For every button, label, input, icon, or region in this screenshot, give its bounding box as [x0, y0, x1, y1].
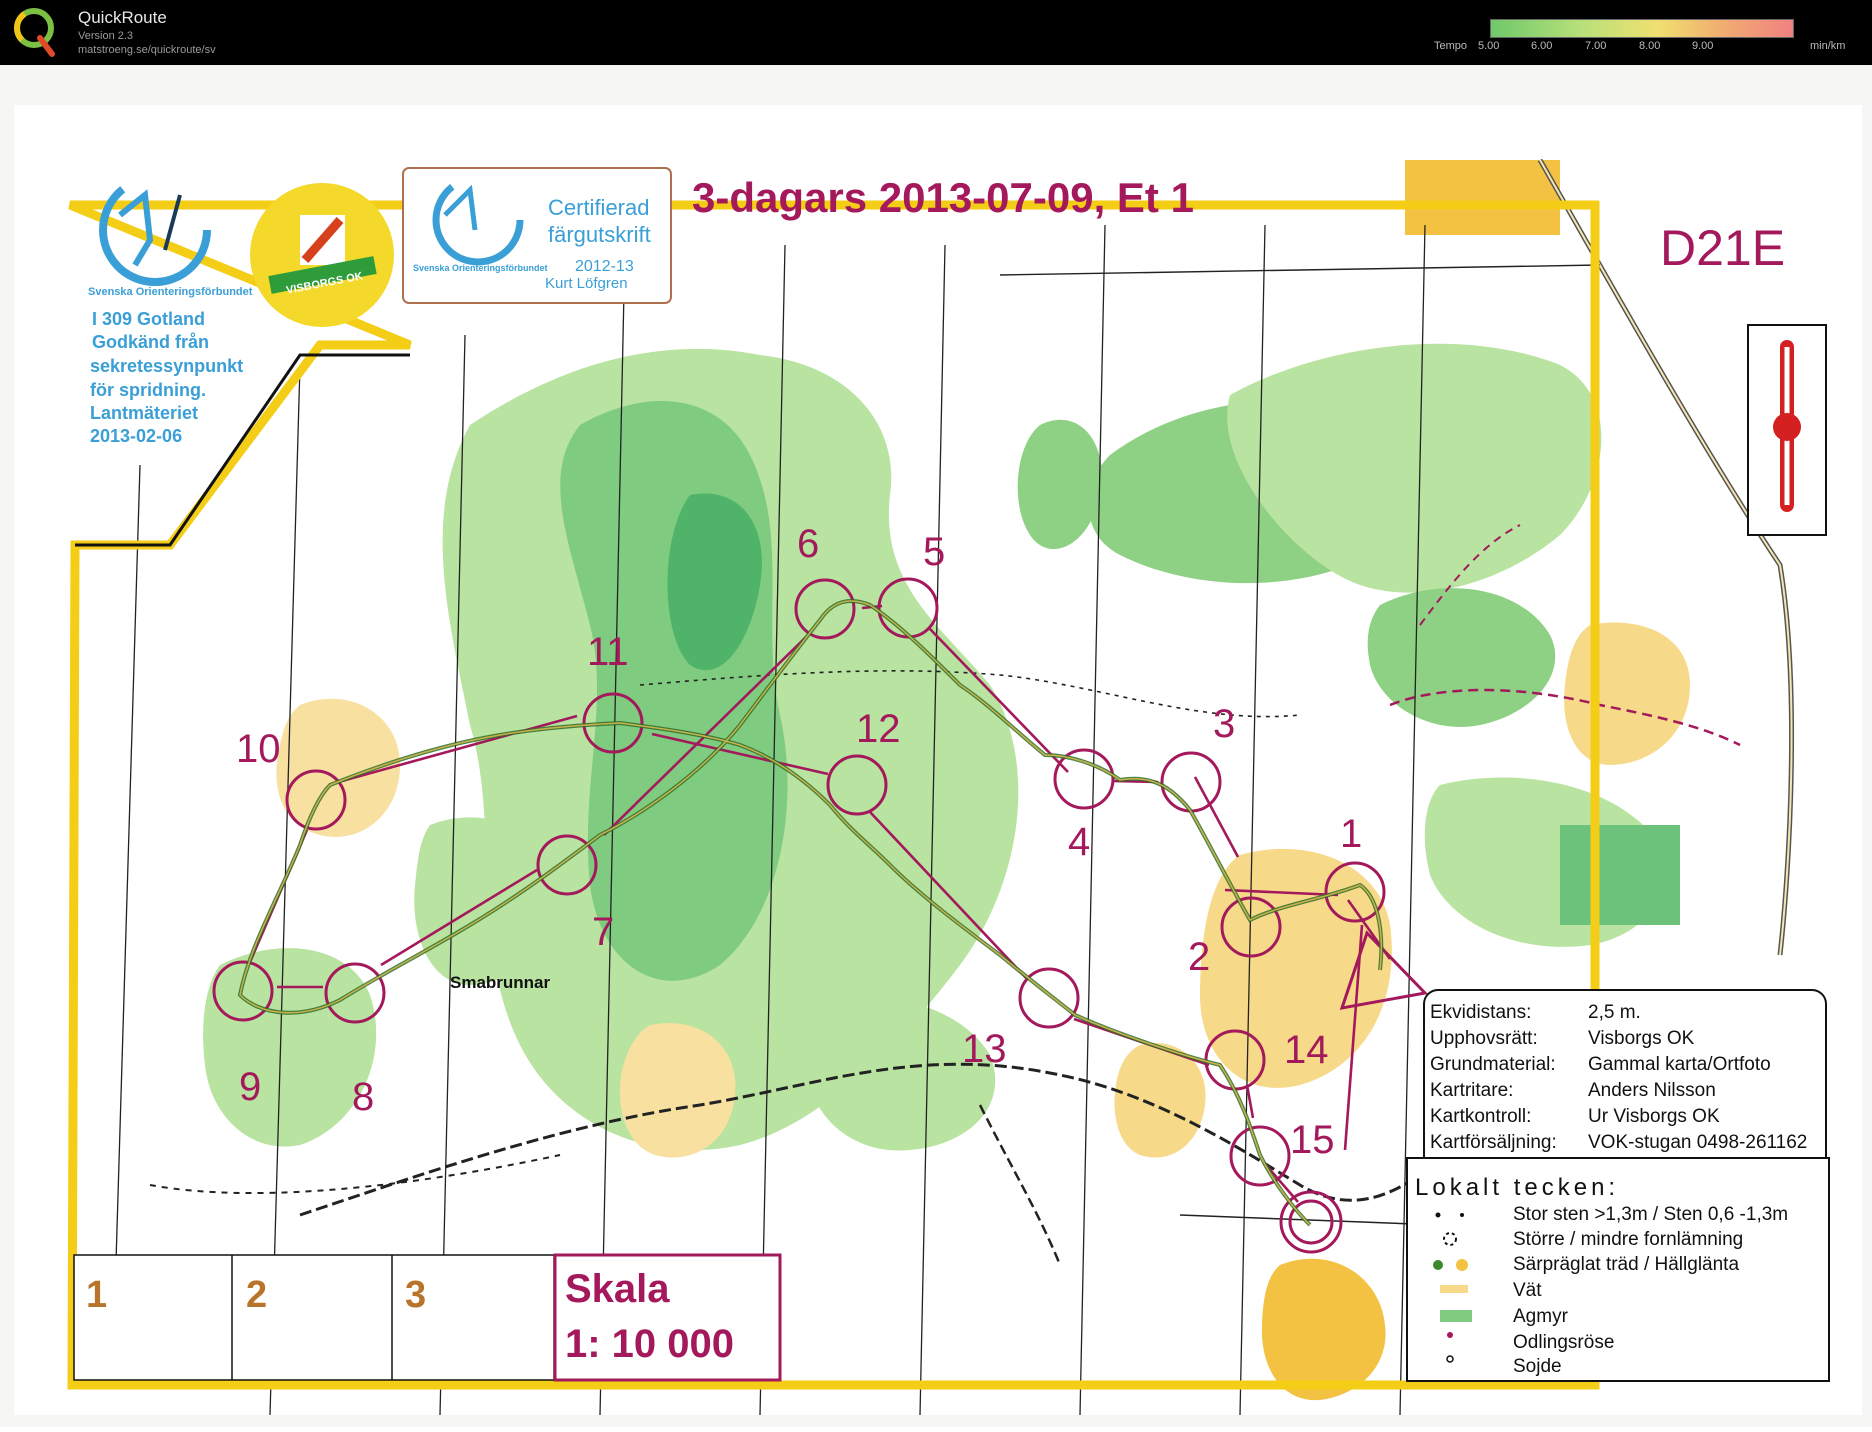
result-boxes: 1 2 3: [73, 1254, 555, 1381]
info-value: VOK-stugan 0498-261162: [1588, 1132, 1807, 1153]
info-label: Kartförsäljning:: [1430, 1132, 1557, 1153]
control-number: 6: [797, 522, 819, 566]
info-label: Ekvidistans:: [1430, 1002, 1531, 1023]
legend-item: Odlingsröse: [1513, 1332, 1614, 1353]
app-url[interactable]: matstroeng.se/quickroute/sv: [78, 44, 216, 56]
legend-item: Sojde: [1513, 1356, 1562, 1377]
cert-line1: Certifierad: [548, 195, 649, 220]
control-number: 2: [1188, 935, 1210, 979]
tempo-tick: 6.00: [1531, 40, 1553, 52]
control-number: 11: [587, 630, 629, 674]
control-number: 5: [923, 530, 945, 574]
box-number: 1: [86, 1274, 107, 1316]
federation-name: Svenska Orienteringsförbundet: [88, 286, 253, 298]
permit-line: sekretessynpunkt: [90, 356, 243, 376]
control-number: 7: [592, 910, 614, 954]
info-value: Gammal karta/Ortfoto: [1588, 1054, 1771, 1075]
control-number: 9: [239, 1065, 261, 1109]
control-number: 12: [856, 707, 901, 751]
control-number: 15: [1290, 1118, 1335, 1162]
permit-line: I 309 Gotland: [92, 309, 205, 329]
map-title: 3-dagars 2013-07-09, Et 1: [692, 174, 1194, 221]
permit-line: Godkänd från: [92, 332, 209, 352]
control-number: 8: [352, 1075, 374, 1119]
local-legend: Lokalt tecken: Stor sten >1,3m / Sten 0,…: [1406, 1157, 1830, 1382]
info-value: Anders Nilsson: [1588, 1080, 1716, 1101]
place-name: Smabrunnar: [450, 973, 551, 992]
tempo-tick: 5.00: [1478, 40, 1500, 52]
quickroute-logo-icon: [14, 8, 55, 57]
info-label: Kartritare:: [1430, 1080, 1513, 1101]
cert-year: 2012-13: [575, 258, 634, 275]
app-header: QuickRoute Version 2.3 matstroeng.se/qui…: [0, 0, 1872, 65]
legend-title: Lokalt tecken:: [1415, 1174, 1619, 1201]
cert-line2: färgutskrift: [548, 222, 651, 247]
box-number: 3: [405, 1274, 426, 1316]
app-title: QuickRoute: [78, 8, 167, 27]
legend-item: Särpräglat träd / Hällglänta: [1513, 1254, 1739, 1275]
control-number: 13: [962, 1027, 1007, 1071]
info-label: Grundmaterial:: [1430, 1054, 1556, 1075]
scale-box: Skala 1: 10 000: [553, 1253, 782, 1382]
info-label: Upphovsrätt:: [1430, 1028, 1538, 1049]
control-number: 14: [1284, 1028, 1329, 1072]
cert-federation: Svenska Orienteringsförbundet: [413, 263, 548, 273]
tempo-color-scale: [1490, 19, 1794, 38]
info-value: Visborgs OK: [1588, 1028, 1695, 1049]
tempo-tick: 9.00: [1692, 40, 1714, 52]
box-number: 2: [246, 1274, 267, 1316]
class-name: D21E: [1660, 220, 1785, 276]
tempo-unit: min/km: [1810, 40, 1846, 52]
legend-item: Större / mindre fornlämning: [1513, 1229, 1743, 1250]
info-label: Kartkontroll:: [1430, 1106, 1531, 1127]
control-number: 4: [1068, 820, 1090, 864]
legend-item: Stor sten >1,3m / Sten 0,6 -1,3m: [1513, 1204, 1788, 1225]
permit-line: Lantmäteriet: [90, 403, 198, 423]
cert-name: Kurt Löfgren: [545, 275, 628, 292]
certification-box: Certifierad färgutskrift 2012-13 Kurt Lö…: [402, 167, 672, 304]
app-version: Version 2.3: [78, 30, 134, 42]
permit-line: 2013-02-06: [90, 426, 182, 446]
scale-value: 1: 10 000: [565, 1322, 734, 1366]
scale-label: Skala: [565, 1267, 670, 1311]
info-value: Ur Visborgs OK: [1588, 1106, 1720, 1127]
map-canvas[interactable]: Svenska Orienteringsförbundet VISBORGS O…: [0, 65, 1872, 1427]
control-number: 10: [236, 727, 281, 771]
control-number: 3: [1213, 702, 1235, 746]
info-value: 2,5 m.: [1588, 1002, 1641, 1023]
legend-item: Vät: [1513, 1280, 1542, 1301]
tempo-label: Tempo: [1434, 40, 1468, 52]
club-logo: VISBORGS OK: [250, 183, 394, 327]
tempo-tick: 8.00: [1639, 40, 1661, 52]
north-arrow-icon: [1747, 324, 1827, 536]
control-number: 1: [1340, 812, 1362, 856]
tempo-tick: 7.00: [1585, 40, 1607, 52]
permit-line: för spridning.: [90, 380, 206, 400]
legend-item: Agmyr: [1513, 1306, 1569, 1327]
